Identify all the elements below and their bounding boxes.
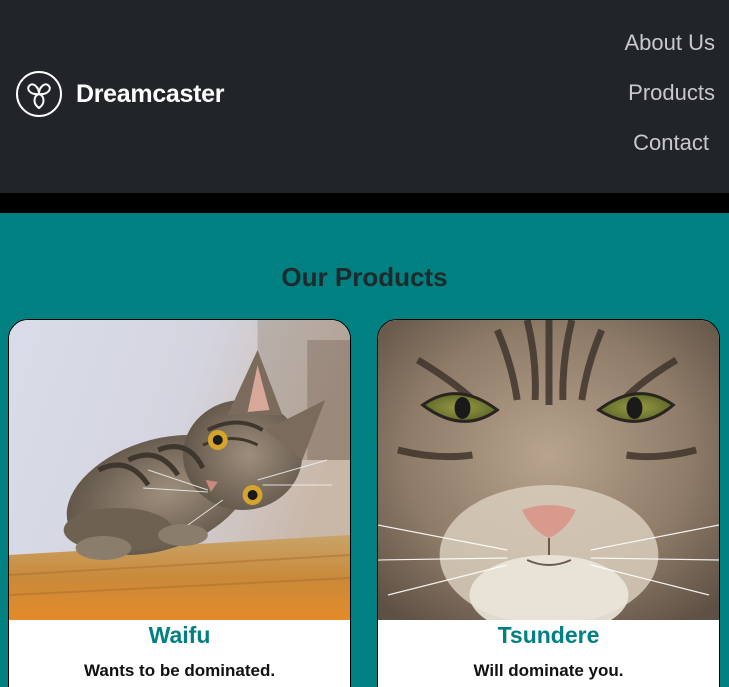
product-image-waifu [9, 320, 350, 620]
brand-link[interactable]: Dreamcaster [15, 70, 225, 118]
triple-heart-circle-icon [16, 71, 62, 117]
product-card-tsundere[interactable]: Tsundere Will dominate you. [377, 319, 720, 687]
header-divider [0, 193, 729, 213]
nav-link-products[interactable]: Products [628, 80, 715, 106]
brand-name: Dreamcaster [76, 79, 225, 108]
product-image-tsundere [378, 320, 719, 620]
nav-link-contact[interactable]: Contact [633, 130, 709, 156]
product-description: Will dominate you. [473, 661, 624, 680]
product-name: Waifu [148, 622, 211, 648]
section-title: Our Products [281, 262, 448, 292]
nav-link-about-us[interactable]: About Us [625, 30, 716, 56]
nav-links: About Us Products Contact [589, 0, 729, 193]
navbar: Dreamcaster About Us Products Contact [0, 0, 729, 193]
product-card-waifu[interactable]: Waifu Wants to be dominated. [8, 319, 351, 687]
product-description: Wants to be dominated. [83, 661, 276, 680]
product-name: Tsundere [497, 622, 600, 648]
